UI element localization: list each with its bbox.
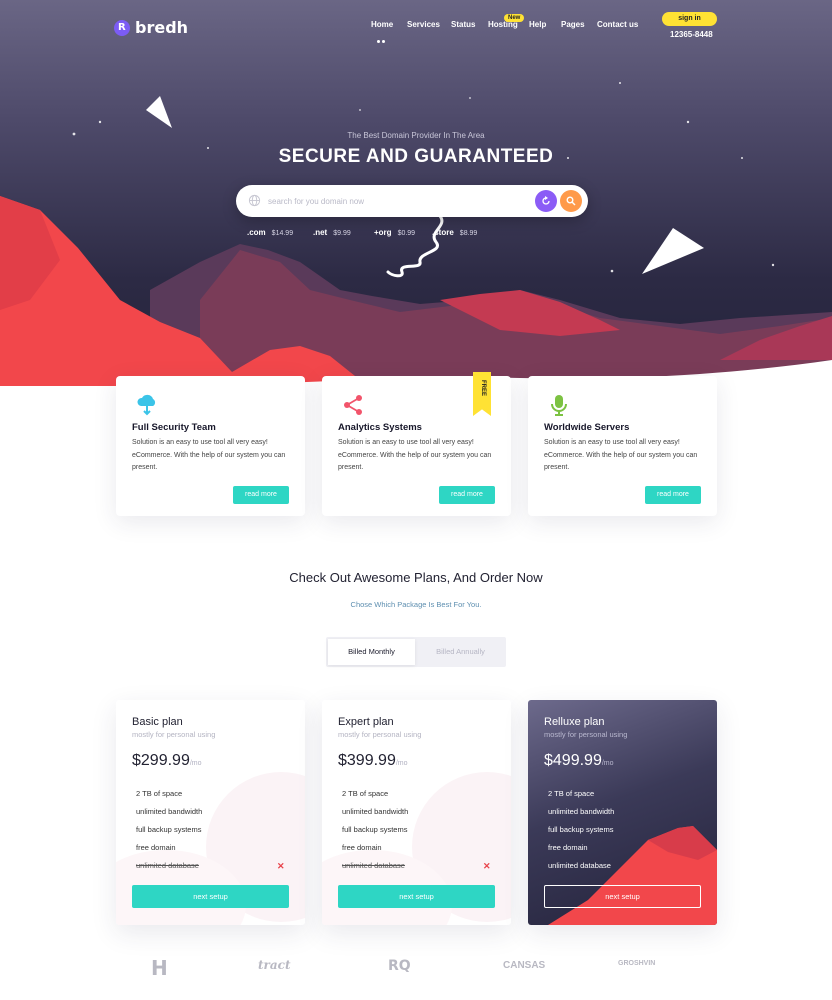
nav-item-status[interactable]: Status	[451, 20, 475, 29]
plan-tagline: mostly for personal using	[544, 730, 628, 739]
tld-extension: .com	[247, 228, 266, 237]
plan-feature: full backup systems	[136, 825, 202, 834]
plan-period: /mo	[189, 760, 202, 767]
microphone-icon	[551, 395, 567, 416]
plan-feature-list: 2 TB of space unlimited bandwidth full b…	[548, 788, 614, 878]
pricing-card-basic: Basic plan mostly for personal using $29…	[116, 700, 305, 925]
share-icon	[344, 395, 362, 415]
domain-search-bar	[236, 185, 588, 217]
plan-tagline: mostly for personal using	[132, 730, 216, 739]
read-more-button[interactable]: read more	[233, 486, 289, 504]
plans-subtitle: Chose Which Package Is Best For You.	[350, 600, 482, 609]
tld-price: $0.99	[397, 230, 416, 237]
plan-feature-unavailable: unlimited database	[342, 861, 405, 870]
search-button[interactable]	[560, 190, 582, 212]
tld-item: .com $14.99	[247, 228, 293, 237]
tld-price-list: .com $14.99 .net $9.99 +org $0.99 .store…	[0, 228, 832, 242]
pricing-card-relluxe: Relluxe plan mostly for personal using $…	[528, 700, 717, 925]
hero-section: bredh Home Services Status Hosting Help …	[0, 0, 832, 400]
sign-in-button[interactable]: sign in	[662, 12, 717, 26]
plan-feature: full backup systems	[548, 825, 614, 834]
plan-feature: 2 TB of space	[548, 789, 595, 798]
brand-logo-strip: H tract RQ CANSAS GROSHVIN	[0, 956, 832, 986]
nav-item-help[interactable]: Help	[529, 20, 546, 29]
hero-title: SECURE AND GUARANTEED	[278, 146, 554, 167]
tld-extension: +org	[374, 228, 392, 237]
free-ribbon: FREE	[473, 372, 491, 416]
tld-extension: .net	[313, 228, 328, 237]
next-setup-button[interactable]: next setup	[338, 885, 495, 908]
tld-item: .store $8.99	[432, 228, 477, 237]
feature-title: Analytics Systems	[338, 422, 422, 433]
next-setup-button[interactable]: next setup	[544, 885, 701, 908]
free-ribbon-label: FREE	[480, 380, 486, 397]
globe-icon	[248, 194, 261, 207]
read-more-button[interactable]: read more	[439, 486, 495, 504]
plan-name: Basic plan	[132, 716, 183, 728]
hosting-new-badge: New	[504, 14, 525, 22]
search-icon	[566, 196, 576, 206]
plans-title: Check Out Awesome Plans, And Order Now	[289, 570, 543, 585]
plan-period: /mo	[601, 760, 614, 767]
pricing-card-expert: Expert plan mostly for personal using $3…	[322, 700, 511, 925]
tab-billed-annually[interactable]: Billed Annually	[417, 639, 504, 665]
feature-card: Worldwide Servers Solution is an easy to…	[528, 376, 717, 516]
feature-title: Full Security Team	[132, 422, 216, 433]
plan-feature-list: 2 TB of space unlimited bandwidth full b…	[136, 788, 202, 878]
feature-title: Worldwide Servers	[544, 422, 630, 433]
nav-item-home[interactable]: Home	[371, 20, 393, 29]
brand-logo-rq: RQ	[388, 958, 411, 974]
plan-name: Expert plan	[338, 716, 394, 728]
tld-price: $9.99	[333, 230, 351, 237]
plan-period: /mo	[395, 760, 408, 767]
close-icon: ✕	[277, 861, 285, 871]
feature-card: Full Security Team Solution is an easy t…	[116, 376, 305, 516]
billing-toggle: Billed Monthly Billed Annually	[326, 637, 506, 667]
hero-subtitle: The Best Domain Provider In The Area	[347, 131, 485, 140]
plan-feature-unavailable: unlimited database	[136, 861, 199, 870]
plan-feature: 2 TB of space	[136, 789, 183, 798]
plan-feature: unlimited bandwidth	[548, 807, 615, 816]
plan-feature: unlimited bandwidth	[136, 807, 203, 816]
nav-item-services[interactable]: Services	[407, 20, 440, 29]
next-setup-button[interactable]: next setup	[132, 885, 289, 908]
feature-description: Solution is an easy to use tool all very…	[544, 439, 698, 471]
brand-logo-groshvin: GROSHVIN	[618, 960, 656, 967]
reset-search-button[interactable]	[535, 190, 557, 212]
plan-feature: unlimited database	[548, 861, 611, 870]
plan-feature: free domain	[136, 843, 176, 852]
plan-price: $299.99/mo	[132, 752, 202, 769]
tld-item: +org $0.99	[374, 228, 415, 237]
plan-feature: full backup systems	[342, 825, 408, 834]
active-indicator-dots	[377, 30, 387, 43]
read-more-button[interactable]: read more	[645, 486, 701, 504]
tld-extension: .store	[432, 228, 454, 237]
feature-description: Solution is an easy to use tool all very…	[132, 439, 286, 471]
tld-price: $8.99	[459, 230, 478, 237]
tab-billed-monthly[interactable]: Billed Monthly	[328, 639, 415, 665]
plan-price: $499.99/mo	[544, 752, 614, 769]
feature-description: Solution is an easy to use tool all very…	[338, 439, 492, 471]
feature-card: FREE Analytics Systems Solution is an ea…	[322, 372, 511, 516]
plan-feature: free domain	[548, 843, 588, 852]
tld-item: .net $9.99	[313, 228, 351, 237]
phone-number: 12365-8448	[670, 30, 713, 39]
plan-feature: 2 TB of space	[342, 789, 389, 798]
brand-logo-h: H	[151, 956, 168, 980]
cloud-upload-icon	[137, 394, 156, 416]
close-icon: ✕	[483, 861, 491, 871]
plan-feature-list: 2 TB of space unlimited bandwidth full b…	[342, 788, 408, 878]
domain-search-input[interactable]	[268, 193, 518, 209]
refresh-icon	[542, 196, 550, 205]
tld-price: $14.99	[271, 230, 294, 237]
brand-logo-cansas: CANSAS	[503, 960, 546, 971]
plan-feature: free domain	[342, 843, 382, 852]
brand-logo-tract: tract	[258, 958, 291, 972]
plan-name: Relluxe plan	[544, 716, 605, 728]
plan-feature: unlimited bandwidth	[342, 807, 409, 816]
plan-price: $399.99/mo	[338, 752, 408, 769]
nav-item-pages[interactable]: Pages	[561, 20, 585, 29]
plan-tagline: mostly for personal using	[338, 730, 422, 739]
nav-item-contact[interactable]: Contact us	[597, 20, 638, 29]
